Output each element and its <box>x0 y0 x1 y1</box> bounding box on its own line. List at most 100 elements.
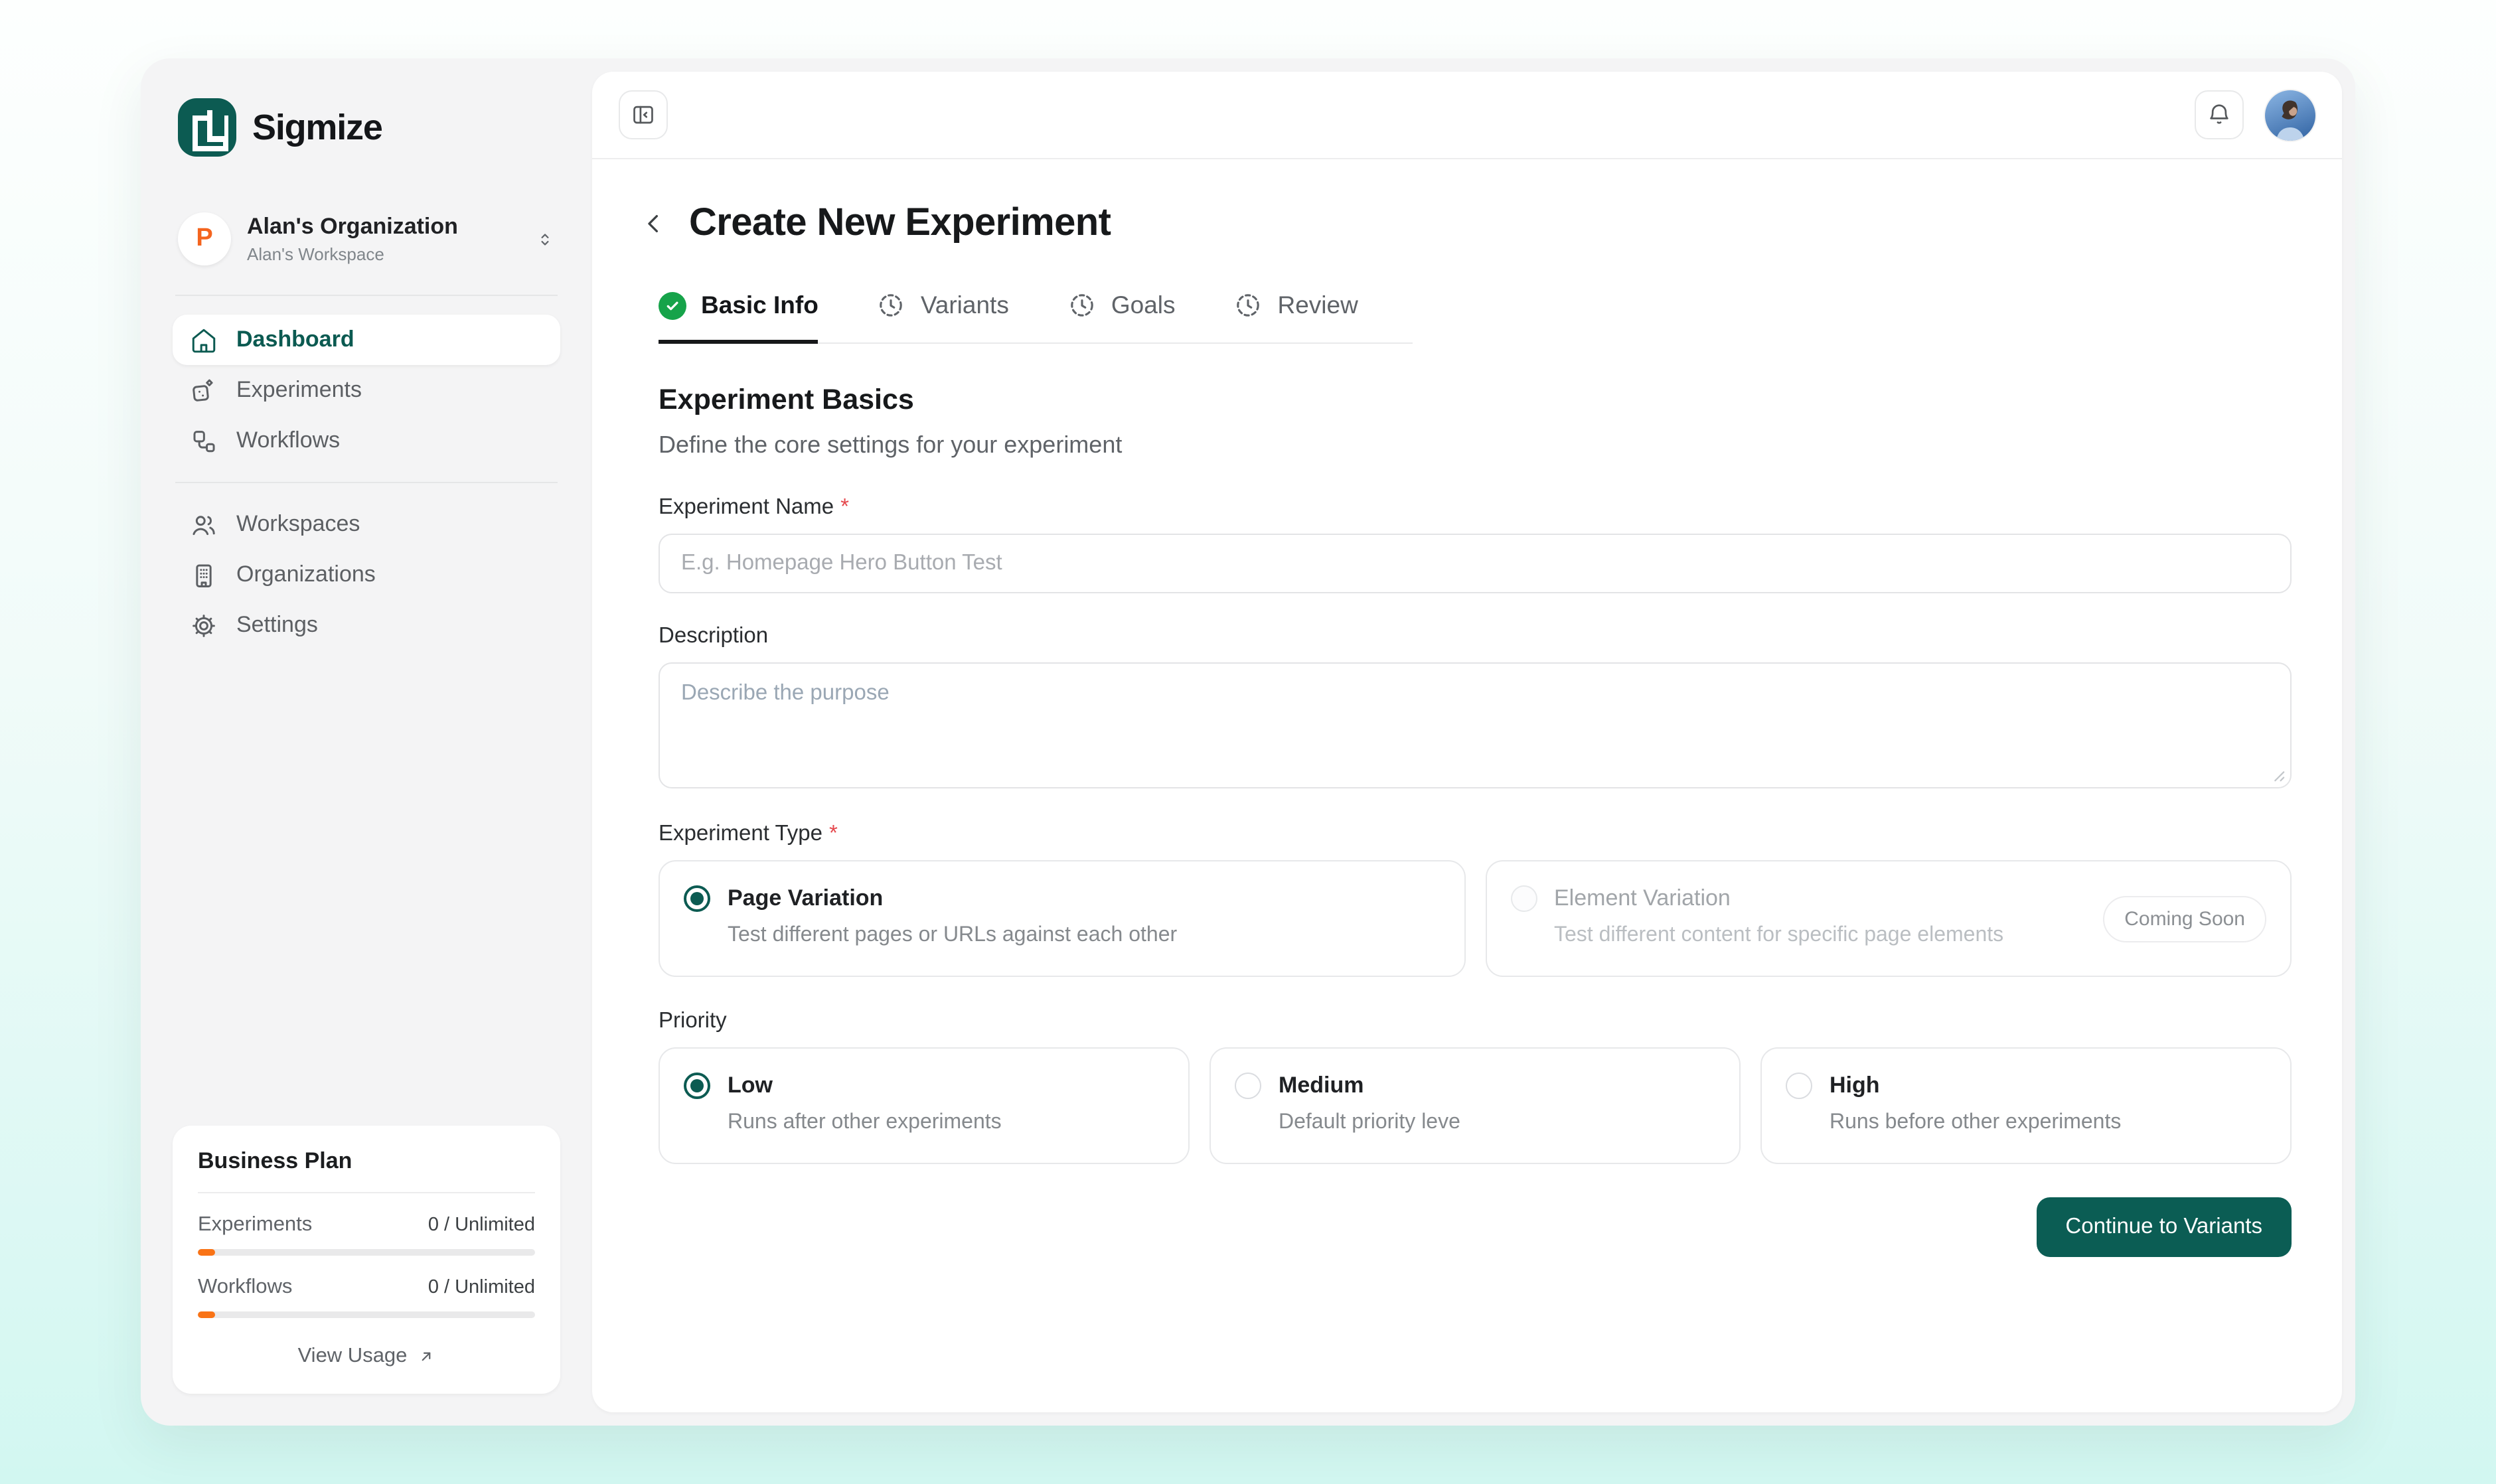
option-texts: Low Runs after other experiments <box>728 1071 1164 1140</box>
section-subheading: Define the core settings for your experi… <box>659 431 2292 459</box>
sidebar-item-workflows[interactable]: Workflows <box>173 415 560 466</box>
brand-name: Sigmize <box>252 107 382 148</box>
coming-soon-badge: Coming Soon <box>2103 895 2266 942</box>
organizations-icon <box>190 561 218 589</box>
sidebar-item-organizations[interactable]: Organizations <box>173 550 560 600</box>
chevron-up-down-icon <box>535 229 555 249</box>
check-circle-icon <box>659 291 686 319</box>
page-title: Create New Experiment <box>689 202 1111 246</box>
page-title-row: Create New Experiment <box>637 202 2292 246</box>
sidebar-item-label: Experiments <box>236 377 362 404</box>
sidebar-item-label: Dashboard <box>236 327 354 353</box>
option-title: Page Variation <box>728 884 1440 912</box>
sidebar-divider <box>175 482 558 483</box>
label-text: Description <box>659 624 768 649</box>
workflows-icon <box>190 427 218 455</box>
clock-pending-icon <box>877 291 906 320</box>
org-avatar: P <box>178 212 231 265</box>
settings-icon <box>190 611 218 639</box>
main-panel: Create New Experiment Basic Info <box>592 72 2342 1412</box>
description-label: Description <box>659 624 2292 649</box>
workspace-switcher[interactable]: P Alan's Organization Alan's Workspace <box>173 212 560 265</box>
usage-row-experiments: Experiments 0 / Unlimited <box>198 1213 535 1237</box>
option-page-variation[interactable]: Page Variation Test different pages or U… <box>659 860 1465 977</box>
usage-progress-experiments <box>198 1249 535 1256</box>
bell-icon <box>2207 102 2232 127</box>
tab-variants[interactable]: Variants <box>877 291 1009 344</box>
priority-label: Priority <box>659 1009 2292 1034</box>
form-wrap: Basic Info Variants Goals <box>637 291 2292 1257</box>
notifications-button[interactable] <box>2195 90 2244 139</box>
description-textarea[interactable] <box>659 662 2292 788</box>
experiment-type-label: Experiment Type * <box>659 822 2292 847</box>
option-texts: High Runs before other experiments <box>1830 1071 2266 1140</box>
label-text: Priority <box>659 1009 727 1034</box>
tab-basic-info[interactable]: Basic Info <box>659 291 819 344</box>
option-description: Test different pages or URLs against eac… <box>728 924 1440 948</box>
radio-unselected-icon <box>1510 885 1537 912</box>
view-usage-link[interactable]: View Usage <box>198 1345 535 1369</box>
page-background: Sigmize P Alan's Organization Alan's Wor… <box>0 0 2496 1484</box>
experiments-icon <box>190 376 218 404</box>
option-priority-medium[interactable]: Medium Default priority leve <box>1209 1047 1741 1164</box>
panel-left-collapse-icon <box>631 102 656 127</box>
org-name: Alan's Organization <box>247 214 519 240</box>
label-text: Experiment Type <box>659 822 822 847</box>
section-heading: Experiment Basics <box>659 384 2292 417</box>
form-actions: Continue to Variants <box>659 1197 2292 1257</box>
workspace-name: Alan's Workspace <box>247 244 519 264</box>
option-description: Test different content for specific page… <box>1554 924 2086 948</box>
radio-unselected-icon[interactable] <box>1235 1073 1261 1099</box>
option-texts: Medium Default priority leve <box>1279 1071 1715 1140</box>
sidebar-item-label: Settings <box>236 612 318 638</box>
sidebar-item-label: Workflows <box>236 427 340 454</box>
sidebar-item-label: Organizations <box>236 561 376 588</box>
usage-label: Workflows <box>198 1276 292 1299</box>
usage-value: 0 / Unlimited <box>428 1215 535 1236</box>
plan-usage-card: Business Plan Experiments 0 / Unlimited … <box>173 1126 560 1394</box>
continue-to-variants-button[interactable]: Continue to Variants <box>2036 1197 2292 1257</box>
topbar <box>592 72 2342 159</box>
sidebar-item-settings[interactable]: Settings <box>173 600 560 650</box>
usage-label: Experiments <box>198 1213 312 1237</box>
priority-options: Low Runs after other experiments Medium … <box>659 1047 2292 1164</box>
sidebar-item-experiments[interactable]: Experiments <box>173 365 560 415</box>
usage-progress-workflows <box>198 1311 535 1318</box>
option-description: Default priority leve <box>1279 1111 1715 1135</box>
arrow-up-right-icon <box>416 1347 435 1366</box>
option-description: Runs after other experiments <box>728 1111 1164 1135</box>
required-asterisk: * <box>829 822 838 847</box>
sidebar-collapse-button[interactable] <box>619 90 668 139</box>
app-window: Sigmize P Alan's Organization Alan's Wor… <box>141 58 2355 1426</box>
tab-label: Goals <box>1111 291 1176 320</box>
option-element-variation: Element Variation Test different content… <box>1485 860 2292 977</box>
sidebar-item-dashboard[interactable]: Dashboard <box>173 315 560 365</box>
description-field <box>659 662 2292 788</box>
home-icon <box>190 326 218 354</box>
user-avatar[interactable] <box>2265 90 2315 140</box>
sidebar-item-workspaces[interactable]: Workspaces <box>173 499 560 550</box>
tab-label: Basic Info <box>701 291 819 320</box>
brand-logo: Sigmize <box>173 93 560 162</box>
tab-review[interactable]: Review <box>1234 291 1358 344</box>
option-priority-high[interactable]: High Runs before other experiments <box>1760 1047 2292 1164</box>
experiment-name-input[interactable] <box>659 534 2292 593</box>
option-title: Medium <box>1279 1071 1715 1099</box>
option-priority-low[interactable]: Low Runs after other experiments <box>659 1047 1190 1164</box>
label-text: Experiment Name <box>659 495 834 520</box>
sidebar-item-label: Workspaces <box>236 511 360 538</box>
clock-pending-icon <box>1067 291 1097 320</box>
sidebar-divider <box>175 295 558 296</box>
radio-selected-icon[interactable] <box>684 1073 710 1099</box>
option-texts: Element Variation Test different content… <box>1554 884 2086 953</box>
chevron-left-icon <box>640 210 668 238</box>
tab-label: Review <box>1278 291 1358 320</box>
required-asterisk: * <box>840 495 849 520</box>
radio-unselected-icon[interactable] <box>1786 1073 1812 1099</box>
tab-goals[interactable]: Goals <box>1067 291 1176 344</box>
org-texts: Alan's Organization Alan's Workspace <box>247 214 519 264</box>
content-area: Create New Experiment Basic Info <box>592 159 2342 1412</box>
option-description: Runs before other experiments <box>1830 1111 2266 1135</box>
radio-selected-icon[interactable] <box>684 885 710 912</box>
back-button[interactable] <box>637 207 670 240</box>
